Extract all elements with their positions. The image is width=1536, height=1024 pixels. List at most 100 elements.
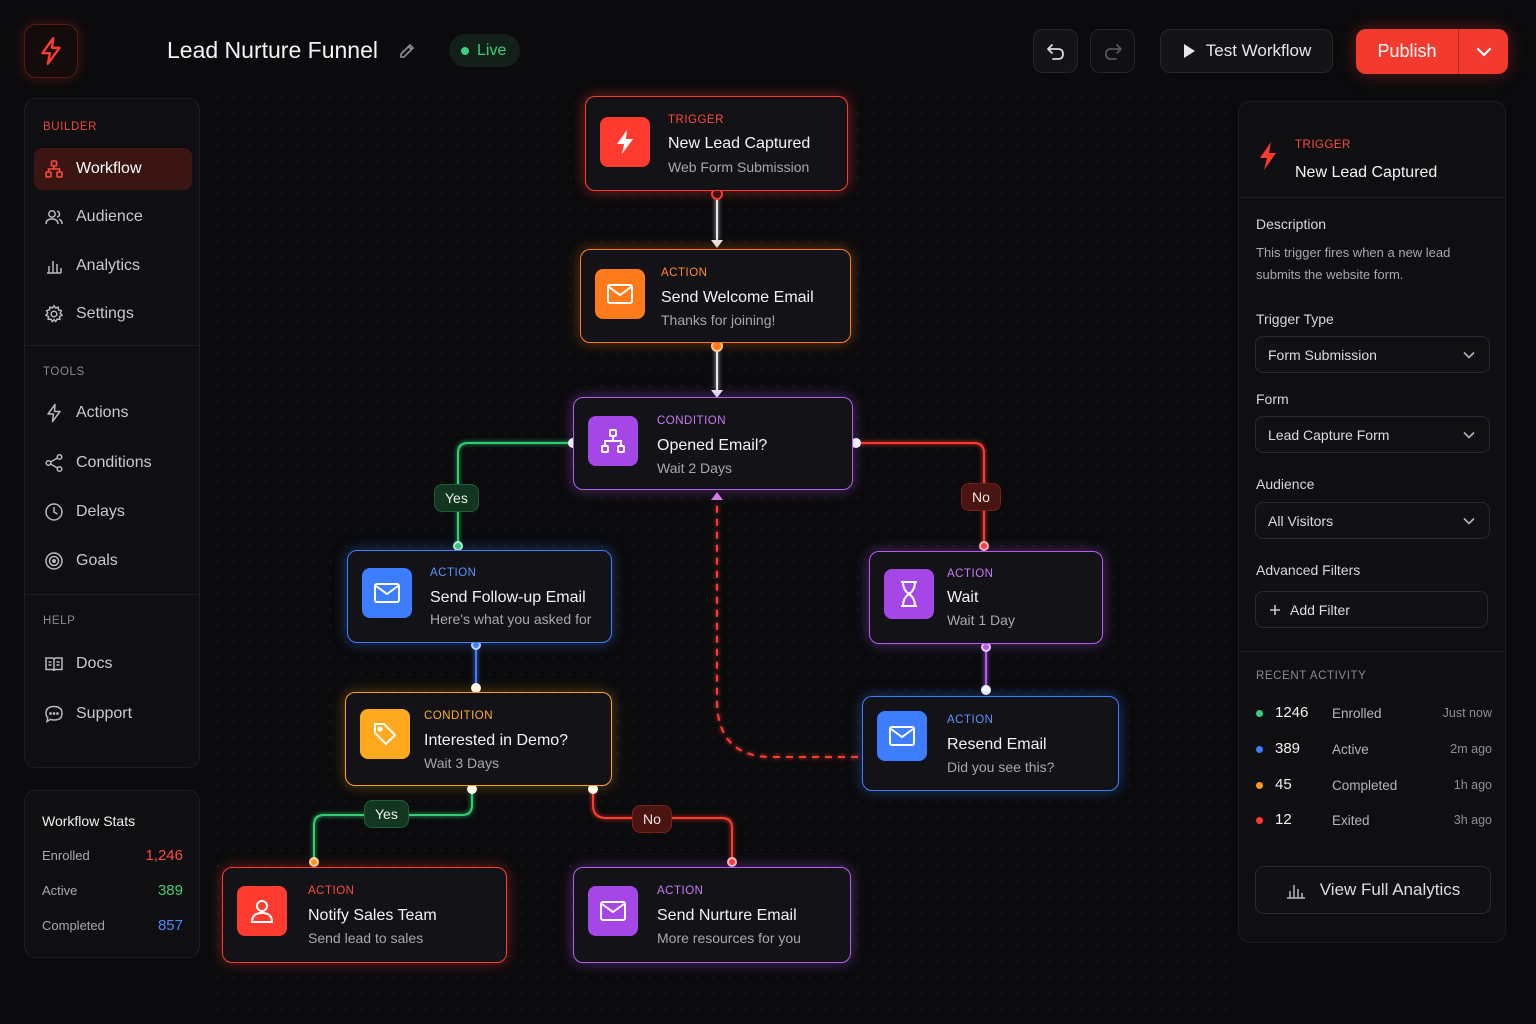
activity-count: 45 [1275,776,1292,793]
undo-button[interactable] [1033,29,1078,73]
audience-value: All Visitors [1268,512,1334,529]
sidebar-item-analytics[interactable]: Analytics [34,245,192,287]
node-condition-opened-email[interactable]: CONDITION Opened Email? Wait 2 Days [573,397,853,490]
description-text: submits the website form. [1256,267,1404,282]
trigger-type-select[interactable]: Form Submission [1255,336,1490,373]
node-condition-interested-in-demo[interactable]: CONDITION Interested in Demo? Wait 3 Day… [345,692,612,786]
sidebar-item-label: Actions [76,404,129,421]
publish-button-group: Publish [1356,29,1508,74]
node-tag: ACTION [430,567,477,579]
branch-label-no[interactable]: No [961,483,1001,511]
redo-icon [1104,44,1122,60]
node-resend-email[interactable]: ACTION Resend Email Did you see this? [862,696,1119,791]
sidebar-item-workflow[interactable]: Workflow [34,148,192,190]
node-tag: CONDITION [657,415,727,427]
node-title: Notify Sales Team [308,907,437,924]
gear-icon [44,304,64,323]
activity-row: 12 Exited 3h ago [1256,811,1492,831]
tag-icon [360,709,410,759]
description-text: This trigger fires when a new lead [1256,245,1451,260]
activity-dot [1256,817,1263,824]
branch-label-yes[interactable]: Yes [364,800,409,828]
sidebar-item-conditions[interactable]: Conditions [34,442,192,484]
advanced-filters-label: Advanced Filters [1256,562,1361,578]
chat-icon [45,705,63,724]
node-tag: ACTION [661,267,708,279]
recent-activity-label: RECENT ACTIVITY [1256,670,1367,682]
publish-button[interactable]: Publish [1356,41,1458,62]
node-send-follow-up-email[interactable]: ACTION Send Follow-up Email Here's what … [347,550,612,643]
test-workflow-label: Test Workflow [1205,41,1312,60]
node-send-nurture-email[interactable]: ACTION Send Nurture Email More resources… [573,867,851,963]
pencil-icon[interactable] [398,42,416,60]
redo-button[interactable] [1090,29,1135,73]
chevron-down-icon [1463,431,1475,439]
bolt-icon [1260,142,1276,170]
sidebar-item-audience[interactable]: Audience [34,196,192,238]
mail-icon [588,886,638,936]
hourglass-icon [884,569,934,619]
sidebar-item-label: Delays [76,503,125,520]
form-value: Lead Capture Form [1268,426,1390,443]
panel-title: New Lead Captured [1295,164,1438,181]
sidebar-item-label: Support [76,705,133,722]
chevron-down-icon [1463,517,1475,525]
stat-row-enrolled: Enrolled 1,246 [42,847,183,864]
sidebar-item-docs[interactable]: Docs [34,643,192,685]
workflow-stats-card: Workflow Stats Enrolled 1,246 Active 389 C… [24,790,200,958]
activity-row: 45 Completed 1h ago [1256,776,1492,796]
target-icon [45,552,63,570]
branch-icon [588,416,638,466]
node-notify-sales-team[interactable]: ACTION Notify Sales Team Send lead to sa… [222,867,507,963]
form-label: Form [1256,391,1289,407]
sidebar-item-support[interactable]: Support [34,693,192,735]
mail-icon [362,568,412,618]
publish-options-button[interactable] [1459,47,1508,57]
activity-label: Enrolled [1332,706,1382,721]
node-subtitle: Thanks for joining! [661,312,776,328]
activity-dot [1256,746,1263,753]
sidebar-divider [25,345,201,346]
stat-label: Active [42,883,78,898]
activity-label: Completed [1332,778,1398,793]
node-trigger-new-lead[interactable]: TRIGGER New Lead Captured Web Form Submi… [585,96,848,191]
stat-label: Completed [42,918,105,933]
sidebar-item-label: Settings [76,305,134,322]
audience-label: Audience [1256,476,1315,492]
view-full-analytics-label: View Full Analytics [1319,880,1461,899]
app-logo[interactable] [24,24,78,78]
sidebar-item-label: Docs [76,655,113,672]
node-tag: ACTION [947,714,994,726]
activity-time: Just now [1442,706,1492,720]
bolt-icon [47,403,61,423]
sidebar-item-delays[interactable]: Delays [34,491,192,533]
sidebar-item-label: Workflow [76,160,142,177]
activity-time: 1h ago [1453,778,1492,792]
branch-label-yes[interactable]: Yes [434,484,479,512]
section-label-help: HELP [43,615,76,627]
sidebar: BUILDER Workflow Audience Analytics Sett… [24,98,201,768]
workflow-title: Lead Nurture Funnel [167,37,378,63]
users-icon [45,210,63,225]
add-filter-button[interactable]: Add Filter [1255,591,1488,628]
branch-label-no[interactable]: No [632,805,672,833]
form-select[interactable]: Lead Capture Form [1255,416,1490,453]
node-subtitle: Wait 2 Days [657,460,732,476]
sidebar-item-settings[interactable]: Settings [34,293,192,335]
clock-icon [45,503,63,521]
node-send-welcome-email[interactable]: ACTION Send Welcome Email Thanks for joi… [580,249,851,343]
node-wait[interactable]: ACTION Wait Wait 1 Day [869,551,1103,644]
panel-divider [1239,651,1507,652]
sidebar-item-goals[interactable]: Goals [34,540,192,582]
sidebar-item-actions[interactable]: Actions [34,392,192,434]
test-workflow-button[interactable]: Test Workflow [1160,29,1333,73]
sidebar-item-label: Audience [76,208,143,225]
status-label: Live [477,41,507,59]
activity-dot [1256,782,1263,789]
audience-select[interactable]: All Visitors [1255,502,1490,539]
stat-value: 857 [157,917,183,934]
panel-divider [1239,197,1507,198]
node-title: New Lead Captured [668,135,811,152]
undo-icon [1046,44,1064,60]
view-full-analytics-button[interactable]: View Full Analytics [1255,866,1491,914]
